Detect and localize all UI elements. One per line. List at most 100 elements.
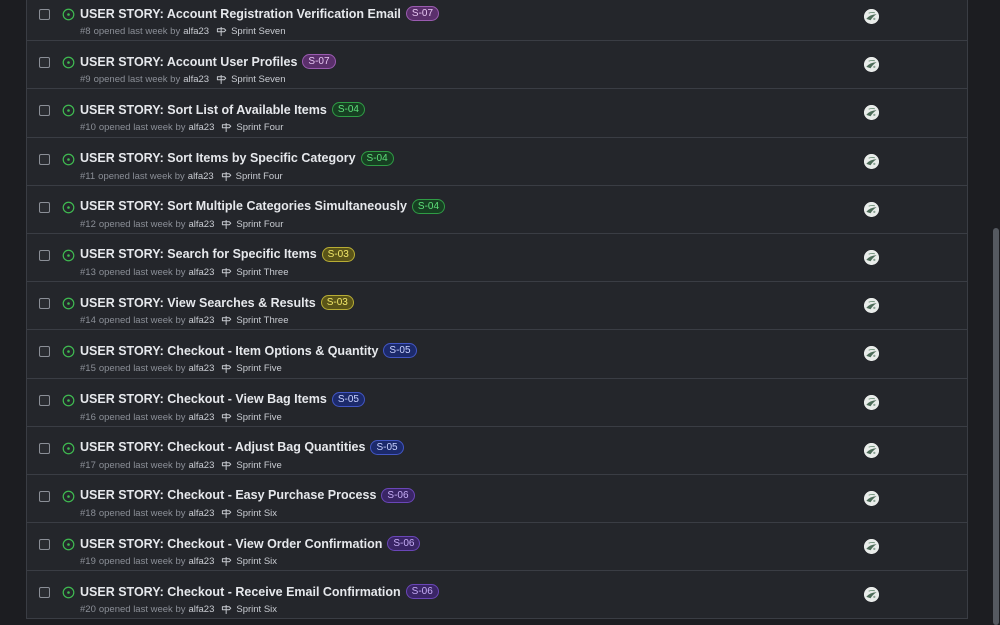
author-link[interactable]: alfa23: [188, 556, 214, 567]
label-badge[interactable]: S-06: [387, 536, 421, 552]
avatar-icon[interactable]: [864, 9, 879, 24]
issue-title-link[interactable]: USER STORY: Checkout - View Bag Items: [80, 392, 327, 406]
issue-row[interactable]: USER STORY: Checkout - Receive Email Con…: [27, 571, 967, 620]
issue-row[interactable]: USER STORY: Checkout - Easy Purchase Pro…: [27, 475, 967, 524]
scrollbar-track[interactable]: [992, 0, 1000, 625]
issue-meta: #14 opened last week by alfa23 Sprint Th…: [80, 315, 288, 326]
select-checkbox[interactable]: [39, 249, 50, 261]
avatar-icon[interactable]: [864, 105, 879, 121]
label-badge[interactable]: S-06: [405, 584, 439, 600]
issue-opened-icon: [62, 153, 75, 165]
milestone-link[interactable]: Sprint Six: [236, 508, 277, 519]
issue-row[interactable]: USER STORY: Checkout - View Order Confir…: [27, 523, 967, 572]
select-checkbox[interactable]: [39, 105, 50, 117]
issue-row[interactable]: USER STORY: Checkout - View Bag Items S-…: [27, 379, 967, 427]
issue-title-link[interactable]: USER STORY: Sort List of Available Items: [80, 103, 327, 117]
author-link[interactable]: alfa23: [188, 171, 214, 182]
issue-title-link[interactable]: USER STORY: Checkout - Easy Purchase Pro…: [80, 488, 376, 502]
avatar-icon[interactable]: [864, 490, 879, 506]
author-link[interactable]: alfa23: [188, 412, 214, 423]
select-checkbox[interactable]: [39, 346, 50, 358]
label-badge[interactable]: S-05: [331, 391, 365, 407]
author-link[interactable]: alfa23: [188, 363, 214, 374]
issue-row[interactable]: USER STORY: Sort Items by Specific Categ…: [27, 138, 967, 186]
author-link[interactable]: alfa23: [188, 315, 214, 326]
milestone-link[interactable]: Sprint Seven: [231, 74, 285, 85]
milestone-link[interactable]: Sprint Four: [236, 171, 283, 182]
milestone-link[interactable]: Sprint Four: [236, 219, 283, 230]
milestone-link[interactable]: Sprint Seven: [231, 26, 285, 37]
milestone-link[interactable]: Sprint Five: [236, 412, 281, 423]
label-badge[interactable]: S-05: [383, 343, 417, 359]
issue-row[interactable]: USER STORY: Sort List of Available Items…: [27, 89, 967, 138]
milestone-link[interactable]: Sprint Three: [236, 267, 288, 278]
issue-title-link[interactable]: USER STORY: Checkout - Adjust Bag Quanti…: [80, 440, 365, 454]
milestone-icon: [222, 364, 232, 374]
select-checkbox[interactable]: [39, 587, 50, 599]
issue-title-link[interactable]: USER STORY: View Searches & Results: [80, 296, 316, 310]
author-link[interactable]: alfa23: [188, 460, 214, 471]
avatar-icon[interactable]: [864, 539, 879, 555]
issue-row[interactable]: USER STORY: Account User Profiles S-07 #…: [27, 41, 967, 90]
milestone-link[interactable]: Sprint Six: [236, 604, 277, 615]
author-link[interactable]: alfa23: [183, 26, 209, 37]
issue-title-link[interactable]: USER STORY: Checkout - View Order Confir…: [80, 537, 382, 551]
author-link[interactable]: alfa23: [183, 74, 209, 85]
issue-title-link[interactable]: USER STORY: Sort Multiple Categories Sim…: [80, 199, 407, 213]
milestone-link[interactable]: Sprint Six: [236, 556, 277, 567]
label-badge[interactable]: S-03: [320, 295, 354, 311]
avatar-icon[interactable]: [864, 587, 879, 603]
select-checkbox[interactable]: [39, 201, 50, 213]
label-badge[interactable]: S-03: [321, 246, 355, 262]
author-link[interactable]: alfa23: [188, 604, 214, 615]
milestone-link[interactable]: Sprint Five: [236, 460, 281, 471]
select-checkbox[interactable]: [39, 298, 50, 310]
avatar-icon[interactable]: [864, 394, 879, 410]
issue-row[interactable]: USER STORY: View Searches & Results S-03…: [27, 282, 967, 331]
author-link[interactable]: alfa23: [188, 122, 214, 133]
select-checkbox[interactable]: [39, 539, 50, 551]
issue-title-link[interactable]: USER STORY: Checkout - Receive Email Con…: [80, 585, 401, 599]
label-badge[interactable]: S-04: [411, 198, 446, 214]
milestone-link[interactable]: Sprint Four: [236, 122, 283, 133]
author-link[interactable]: alfa23: [188, 219, 214, 230]
issue-row[interactable]: USER STORY: Checkout - Adjust Bag Quanti…: [27, 427, 967, 475]
label-badge[interactable]: S-07: [405, 6, 440, 21]
label-badge[interactable]: S-04: [360, 150, 394, 166]
issue-opened-icon: [62, 201, 75, 214]
issue-title-link[interactable]: USER STORY: Account User Profiles: [80, 55, 297, 69]
milestone-link[interactable]: Sprint Five: [236, 363, 281, 374]
avatar-icon[interactable]: [864, 442, 879, 458]
opened-text: opened last week by: [98, 411, 186, 423]
issue-meta: #11 opened last week by alfa23 Sprint Fo…: [80, 171, 283, 182]
select-checkbox[interactable]: [39, 394, 50, 406]
author-link[interactable]: alfa23: [188, 508, 214, 519]
avatar-icon[interactable]: [864, 298, 879, 314]
avatar-icon[interactable]: [864, 249, 879, 265]
issue-title-link[interactable]: USER STORY: Account Registration Verific…: [80, 7, 401, 21]
issue-number: #18: [80, 507, 96, 519]
select-checkbox[interactable]: [39, 9, 50, 20]
avatar-icon[interactable]: [864, 201, 879, 217]
issue-row[interactable]: USER STORY: Sort Multiple Categories Sim…: [27, 186, 967, 234]
label-badge[interactable]: S-04: [331, 102, 365, 118]
issue-row[interactable]: USER STORY: Account Registration Verific…: [27, 0, 967, 42]
scrollbar-thumb[interactable]: [993, 228, 999, 625]
issue-title-link[interactable]: USER STORY: Sort Items by Specific Categ…: [80, 151, 356, 165]
issue-row[interactable]: USER STORY: Checkout - Item Options & Qu…: [27, 330, 967, 379]
label-badge[interactable]: S-05: [370, 439, 404, 455]
select-checkbox[interactable]: [39, 153, 50, 165]
issue-row[interactable]: USER STORY: Search for Specific Items S-…: [27, 234, 967, 283]
select-checkbox[interactable]: [39, 490, 50, 502]
select-checkbox[interactable]: [39, 442, 50, 454]
issue-title-link[interactable]: USER STORY: Checkout - Item Options & Qu…: [80, 344, 378, 358]
select-checkbox[interactable]: [39, 57, 50, 69]
avatar-icon[interactable]: [864, 57, 879, 73]
avatar-icon[interactable]: [864, 346, 879, 362]
issue-title-link[interactable]: USER STORY: Search for Specific Items: [80, 247, 317, 261]
label-badge[interactable]: S-07: [302, 54, 336, 70]
milestone-link[interactable]: Sprint Three: [236, 315, 288, 326]
label-badge[interactable]: S-06: [381, 487, 415, 503]
author-link[interactable]: alfa23: [188, 267, 214, 278]
avatar-icon[interactable]: [864, 153, 879, 169]
